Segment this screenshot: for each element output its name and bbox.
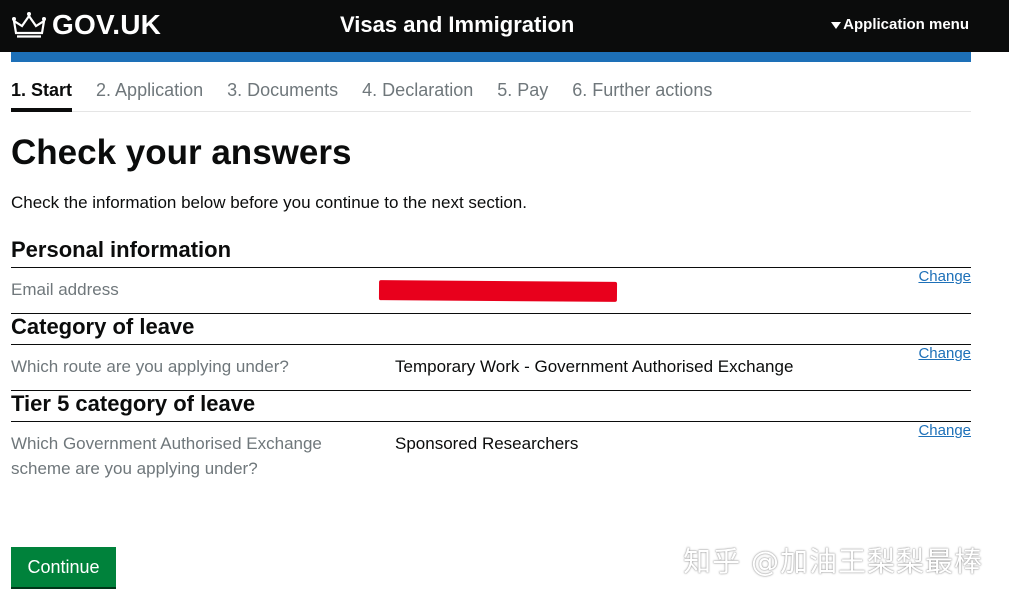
- watermark-text: 知乎 @加油王梨梨最棒: [683, 545, 983, 578]
- step-declaration[interactable]: 4. Declaration: [362, 74, 473, 111]
- step-navigation: 1. Start 2. Application 3. Documents 4. …: [11, 74, 971, 112]
- section-heading-personal-information: Personal information: [11, 237, 232, 262]
- section-heading-category-of-leave: Category of leave: [11, 314, 195, 339]
- step-pay[interactable]: 5. Pay: [497, 74, 548, 111]
- application-menu-label: Application menu: [843, 16, 969, 33]
- summary-key-email: Email address: [11, 280, 119, 299]
- page-lede: Check the information below before you c…: [11, 193, 527, 212]
- section-divider: [11, 344, 971, 345]
- change-exchange-scheme-link[interactable]: Change: [918, 421, 971, 441]
- summary-value-exchange-scheme: Sponsored Researchers: [395, 434, 579, 453]
- step-application[interactable]: 2. Application: [96, 74, 203, 111]
- summary-value-route: Temporary Work - Government Authorised E…: [395, 357, 794, 376]
- caret-down-icon: [831, 21, 842, 29]
- header-accent-bar: [11, 52, 971, 62]
- page-title: Check your answers: [11, 133, 352, 172]
- step-documents[interactable]: 3. Documents: [227, 74, 338, 111]
- govuk-logo[interactable]: GOV.UK: [12, 8, 161, 42]
- summary-key-exchange-scheme: Which Government Authorised Exchange sch…: [11, 434, 322, 478]
- continue-button[interactable]: Continue: [11, 547, 116, 587]
- service-name[interactable]: Visas and Immigration: [340, 10, 574, 40]
- redacted-email-value: [378, 280, 618, 302]
- logo-text: GOV.UK: [52, 9, 162, 40]
- section-heading-tier5-category: Tier 5 category of leave: [11, 391, 256, 416]
- section-divider: [11, 267, 971, 268]
- step-start[interactable]: 1. Start: [11, 74, 73, 112]
- summary-key-route: Which route are you applying under?: [11, 357, 289, 376]
- change-email-link[interactable]: Change: [918, 267, 971, 287]
- step-further-actions[interactable]: 6. Further actions: [572, 74, 712, 111]
- section-divider: [11, 421, 971, 422]
- application-menu-toggle[interactable]: Application menu: [831, 14, 969, 36]
- crown-icon: [12, 12, 46, 38]
- site-header: GOV.UK Visas and Immigration Application…: [0, 0, 1009, 52]
- change-route-link[interactable]: Change: [918, 344, 971, 364]
